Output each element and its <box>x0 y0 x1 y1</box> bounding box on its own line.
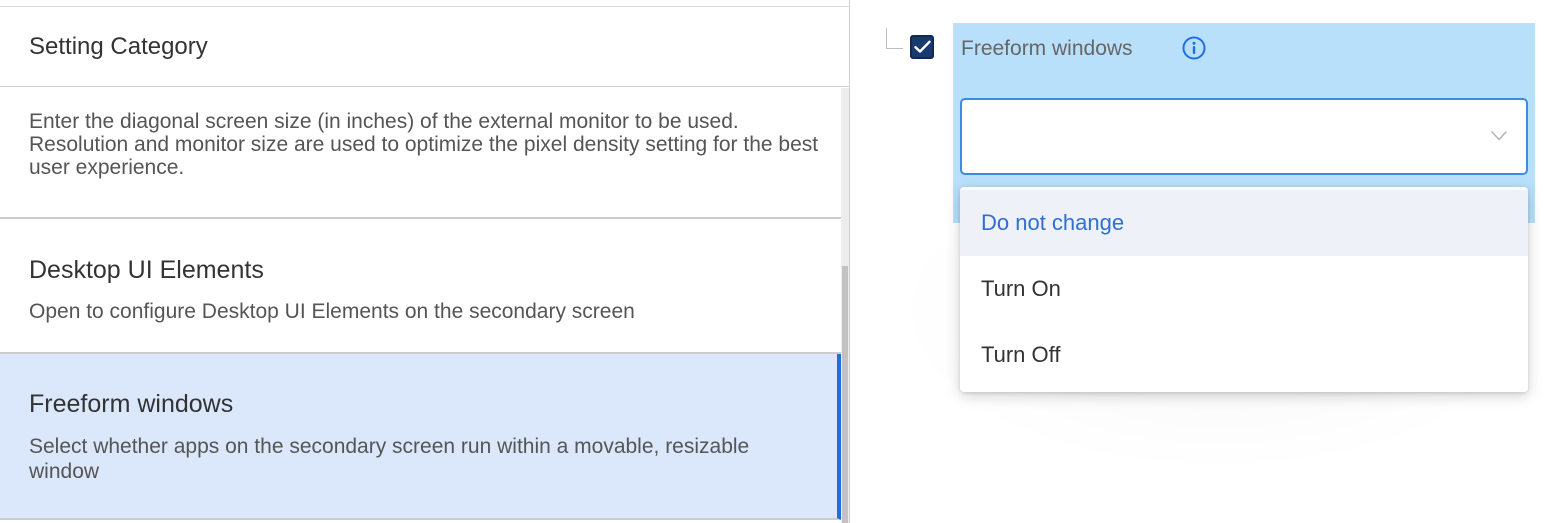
setting-detail-panel: Freeform windows Do not change Turn On T… <box>850 0 1554 523</box>
category-title: Freeform windows <box>29 390 234 418</box>
checkmark-icon <box>914 40 931 53</box>
dropdown-options-menu: Do not change Turn On Turn Off <box>960 187 1528 392</box>
category-item-screen-size[interactable]: Enter the diagonal screen size (in inche… <box>0 88 841 219</box>
settings-page: Setting Category Enter the diagonal scre… <box>0 0 1554 523</box>
category-description: Open to configure Desktop UI Elements on… <box>29 300 635 323</box>
setting-label: Freeform windows <box>961 37 1133 60</box>
category-title: Desktop UI Elements <box>29 256 264 284</box>
category-description: Enter the diagonal screen size (in inche… <box>29 110 819 179</box>
panel-header-title: Setting Category <box>29 33 208 60</box>
category-scrollbar-thumb[interactable] <box>842 266 848 523</box>
option-turn-off[interactable]: Turn Off <box>960 322 1528 388</box>
setting-category-panel: Setting Category Enter the diagonal scre… <box>0 0 850 523</box>
category-description: Select whether apps on the secondary scr… <box>29 435 750 483</box>
option-do-not-change[interactable]: Do not change <box>960 190 1528 256</box>
freeform-windows-checkbox[interactable] <box>910 35 934 59</box>
category-item-freeform-windows[interactable]: Freeform windows Select whether apps on … <box>0 354 841 520</box>
category-scrollbar[interactable] <box>841 88 849 523</box>
panel-header: Setting Category <box>0 7 849 87</box>
chevron-down-icon <box>1491 131 1507 141</box>
info-circle-icon[interactable] <box>1181 35 1207 61</box>
tree-connector-line <box>886 28 903 49</box>
category-item-desktop-ui-elements[interactable]: Desktop UI Elements Open to configure De… <box>0 219 841 354</box>
category-list: Enter the diagonal screen size (in inche… <box>0 88 841 523</box>
freeform-windows-select[interactable] <box>960 98 1528 175</box>
option-turn-on[interactable]: Turn On <box>960 256 1528 322</box>
